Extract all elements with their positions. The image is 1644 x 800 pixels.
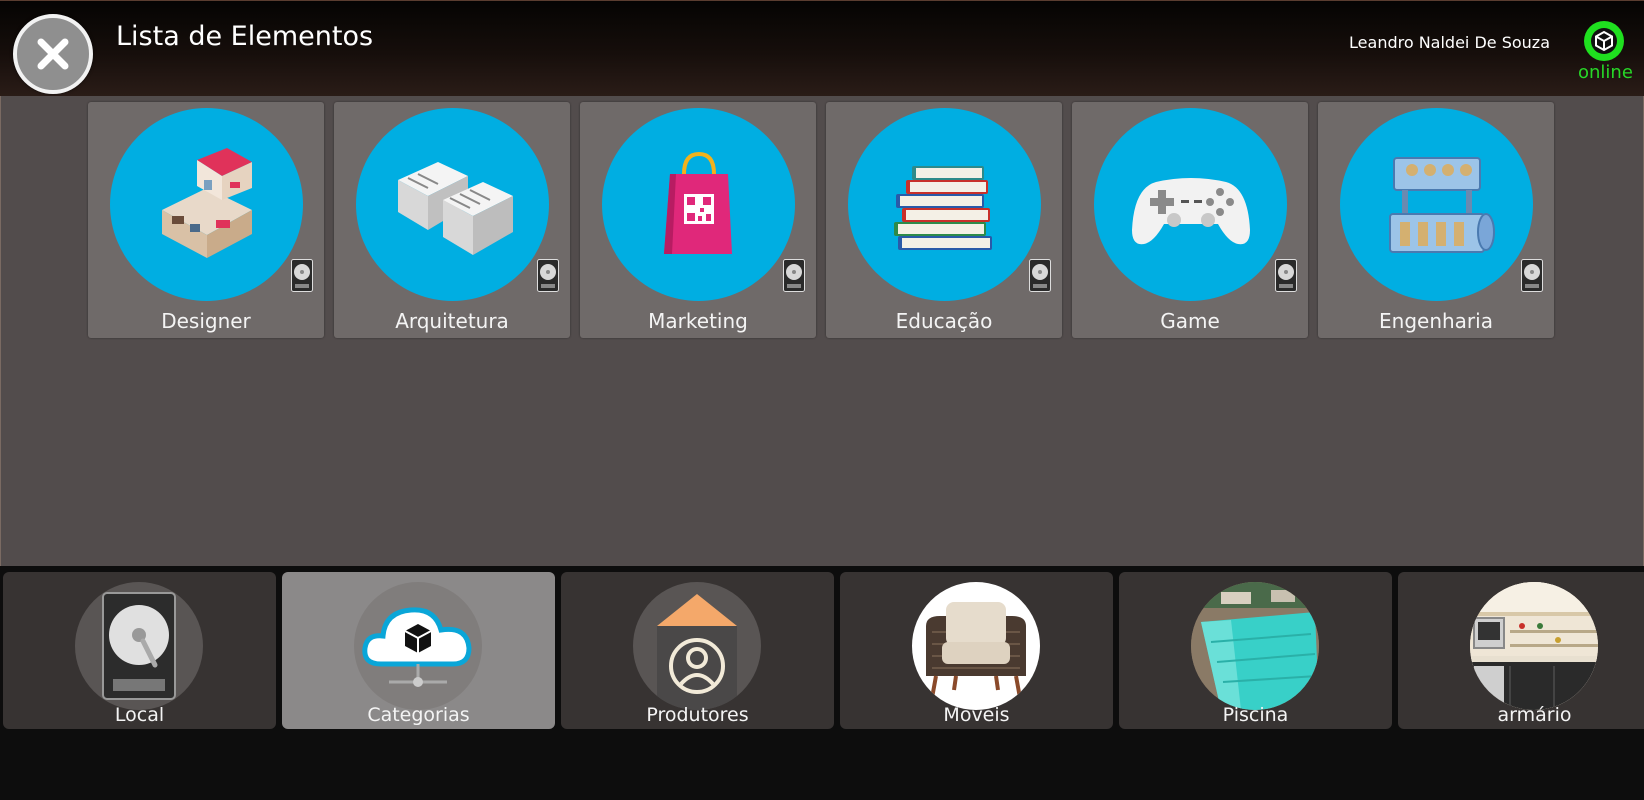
dock-item-local[interactable]: Local <box>3 572 276 729</box>
category-grid: Designer Arquitetura Marketing Educação … <box>88 102 1554 338</box>
producer-profile-icon <box>657 594 737 710</box>
status-text: online <box>1578 62 1633 83</box>
dock-image <box>912 582 1040 710</box>
hard-drive-icon <box>102 592 176 700</box>
pool-icon <box>1191 582 1319 710</box>
hard-drive-icon <box>1275 259 1297 292</box>
dock-item-armario[interactable]: armário <box>1398 572 1644 729</box>
dock-item-categorias[interactable]: Categorias <box>282 572 555 729</box>
bottom-dock: Local Categorias Produtores Moveis Pisci… <box>0 566 1644 800</box>
cloud-cube-icon <box>362 607 472 687</box>
engine-block-icon <box>1388 156 1495 253</box>
armchair-icon <box>926 602 1026 699</box>
category-card-game[interactable]: Game <box>1072 102 1308 338</box>
category-label: Game <box>1160 309 1220 333</box>
dock-label: Local <box>114 704 165 726</box>
dock-label: Categorias <box>367 704 470 726</box>
category-label: Engenharia <box>1379 309 1493 333</box>
category-card-marketing[interactable]: Marketing <box>580 102 816 338</box>
category-label: Educação <box>895 309 993 333</box>
kitchen-cabinet-icon <box>1470 582 1598 710</box>
category-card-educacao[interactable]: Educação <box>826 102 1062 338</box>
dock-item-produtores[interactable]: Produtores <box>561 572 834 729</box>
content-panel: Designer Arquitetura Marketing Educação … <box>0 96 1644 566</box>
category-image <box>1094 108 1287 301</box>
dock-image <box>354 582 482 710</box>
hard-drive-icon <box>1029 259 1051 292</box>
category-image <box>1340 108 1533 301</box>
category-label: Marketing <box>648 309 748 333</box>
dock-label: Moveis <box>943 704 1010 726</box>
gamepad-icon <box>1131 177 1250 244</box>
hard-drive-icon <box>783 259 805 292</box>
dock-image <box>633 582 761 710</box>
close-icon <box>37 38 69 70</box>
cube-icon[interactable] <box>1584 21 1624 61</box>
category-image <box>602 108 795 301</box>
category-label: Designer <box>161 309 251 333</box>
category-image <box>356 108 549 301</box>
user-name: Leandro Naldei De Souza <box>1349 33 1550 52</box>
category-label: Arquitetura <box>395 309 509 333</box>
category-image <box>848 108 1041 301</box>
dock-image <box>1470 582 1598 710</box>
dock-item-moveis[interactable]: Moveis <box>840 572 1113 729</box>
dock-image <box>75 582 203 710</box>
hard-drive-icon <box>537 259 559 292</box>
house-cutaway-icon <box>161 147 252 258</box>
cube-glyph <box>1591 28 1617 54</box>
dock-row: Local Categorias Produtores Moveis Pisci… <box>3 572 1644 729</box>
page-title: Lista de Elementos <box>116 21 374 52</box>
category-card-arquitetura[interactable]: Arquitetura <box>334 102 570 338</box>
category-card-designer[interactable]: Designer <box>88 102 324 338</box>
dock-label: Piscina <box>1222 704 1289 726</box>
hard-drive-icon <box>1521 259 1543 292</box>
app-header: Lista de Elementos Leandro Naldei De Sou… <box>0 0 1644 96</box>
category-card-engenharia[interactable]: Engenharia <box>1318 102 1554 338</box>
apartment-model-icon <box>397 161 513 255</box>
close-button[interactable] <box>13 14 93 94</box>
shopping-bag-qr-icon <box>663 151 732 254</box>
dock-image <box>1191 582 1319 710</box>
books-stack-icon <box>893 165 992 250</box>
dock-label: Produtores <box>646 704 749 726</box>
dock-item-piscina[interactable]: Piscina <box>1119 572 1392 729</box>
dock-label: armário <box>1497 704 1572 726</box>
category-image <box>110 108 303 301</box>
hard-drive-icon <box>291 259 313 292</box>
